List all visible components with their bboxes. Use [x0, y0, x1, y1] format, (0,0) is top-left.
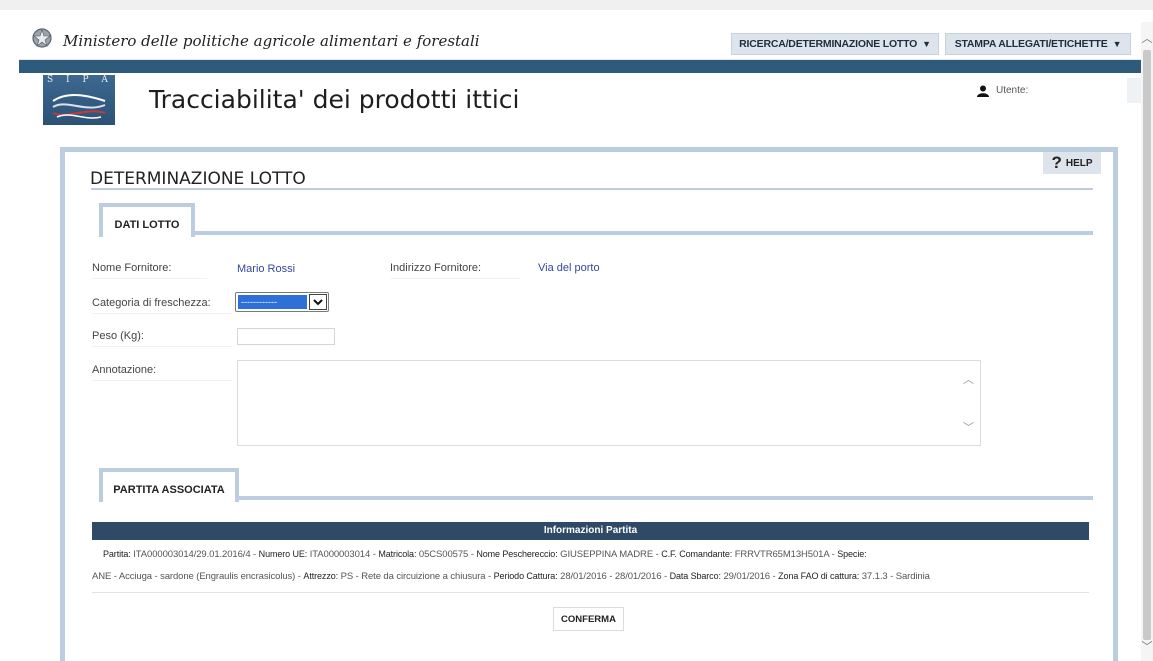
- tab-dati-lotto[interactable]: DATI LOTTO: [99, 203, 195, 237]
- browser-top-strip: [0, 0, 1153, 10]
- scroll-down-icon[interactable]: ﹀: [963, 419, 974, 435]
- categoria-freschezza-select[interactable]: ------------: [235, 292, 329, 312]
- tab-underline: [195, 231, 1093, 235]
- caret-down-icon: ▼: [1112, 39, 1122, 49]
- tab-bar-partita-associata: PARTITA ASSOCIATA: [99, 468, 1093, 502]
- fish-wave-icon: [52, 94, 106, 119]
- indirizzo-fornitore-label: Indirizzo Fornitore:: [390, 262, 520, 279]
- peschereccio-value: GIUSEPPINA MADRE: [560, 549, 654, 560]
- annotazione-label: Annotazione:: [92, 364, 232, 381]
- separator: -: [488, 571, 492, 582]
- informazioni-partita-header: Informazioni Partita: [92, 522, 1089, 540]
- partita-info-line-2: ANE - Acciuga - sardone (Engraulis encra…: [92, 571, 930, 582]
- partita-value: ITA000003014/29.01.2016/4: [133, 549, 251, 560]
- tab-underline: [239, 496, 1093, 500]
- partita-label: Partita:: [103, 549, 131, 559]
- ministry-topbar: Ministero delle politiche agricole alime…: [19, 22, 1141, 60]
- annotazione-textarea[interactable]: ︿ ﹀: [237, 360, 981, 446]
- app-title: Tracciabilita' dei prodotti ittici: [149, 85, 520, 114]
- tab-label: PARTITA ASSOCIATA: [113, 484, 225, 496]
- zona-fao-value: 37.1.3 - Sardinia: [861, 571, 930, 582]
- peschereccio-label: Nome Peschereccio:: [476, 549, 558, 559]
- specie-label: Specie:: [837, 549, 867, 559]
- conferma-button[interactable]: CONFERMA: [553, 607, 624, 631]
- cf-comandante-label: C.F. Comandante:: [661, 549, 733, 559]
- periodo-cattura-label: Periodo Cattura:: [493, 571, 558, 581]
- help-label: HELP: [1065, 157, 1093, 169]
- ministry-title: Ministero delle politiche agricole alime…: [63, 32, 480, 50]
- nav-label: STAMPA ALLEGATI/ETICHETTE: [954, 38, 1108, 50]
- scroll-up-icon[interactable]: ︿: [1141, 30, 1153, 46]
- nome-fornitore-label: Nome Fornitore:: [92, 262, 207, 279]
- specie-value: ANE - Acciuga - sardone (Engraulis encra…: [92, 571, 296, 582]
- tab-partita-associata[interactable]: PARTITA ASSOCIATA: [99, 468, 239, 502]
- title-divider: [91, 188, 1093, 190]
- republic-emblem-icon: [32, 28, 52, 48]
- select-value: ------------: [238, 295, 307, 309]
- user-label: Utente:: [996, 85, 1029, 96]
- scrollbar-thumb[interactable]: [1143, 50, 1151, 640]
- partita-info-line-1: Partita: ITA000003014/29.01.2016/4 - Num…: [103, 549, 867, 560]
- nav-label: RICERCA/DETERMINAZIONE LOTTO: [739, 38, 918, 50]
- attrezzo-value: PS - Rete da circuizione a chiusura: [340, 571, 486, 582]
- user-icon: [977, 85, 989, 97]
- zona-fao-label: Zona FAO di cattura:: [778, 571, 860, 581]
- header-accent-bar: [19, 60, 1141, 73]
- nav-stampa-allegati-etichette[interactable]: STAMPA ALLEGATI/ETICHETTE ▼: [945, 33, 1131, 55]
- periodo-cattura-value: 28/01/2016 - 28/01/2016: [560, 571, 662, 582]
- header-side-block: [1127, 78, 1141, 103]
- attrezzo-label: Attrezzo:: [303, 571, 339, 581]
- page-scrollbar[interactable]: ︿ ﹀: [1141, 22, 1153, 661]
- page-title: DETERMINAZIONE LOTTO: [90, 169, 306, 189]
- data-sbarco-value: 29/01/2016: [723, 571, 770, 582]
- indirizzo-fornitore-value: Via del porto: [538, 262, 600, 274]
- main-panel: ? HELP DETERMINAZIONE LOTTO DATI LOTTO N…: [60, 147, 1118, 661]
- separator: -: [831, 549, 835, 560]
- logo-text: S I P A: [47, 75, 113, 85]
- separator: -: [655, 549, 659, 560]
- help-icon: ?: [1051, 153, 1062, 172]
- app-header: S I P A Tracciabilita' dei prodotti itti…: [19, 73, 1141, 133]
- peso-label: Peso (Kg):: [92, 330, 232, 347]
- separator: -: [372, 549, 376, 560]
- separator: -: [297, 571, 301, 582]
- matricola-value: 05CS00575: [418, 549, 469, 560]
- data-sbarco-label: Data Sbarco:: [669, 571, 721, 581]
- scroll-up-icon[interactable]: ︿: [963, 371, 974, 387]
- tab-bar-dati-lotto: DATI LOTTO: [99, 203, 1093, 237]
- categoria-freschezza-label: Categoria di freschezza:: [92, 297, 232, 314]
- nav-ricerca-determinazione-lotto[interactable]: RICERCA/DETERMINAZIONE LOTTO ▼: [731, 33, 939, 55]
- cf-comandante-value: FRRVTR65M13H501A: [734, 549, 830, 560]
- separator: -: [253, 549, 257, 560]
- separator: -: [663, 571, 668, 582]
- numero-ue-value: ITA000003014: [309, 549, 371, 560]
- peso-input[interactable]: [237, 328, 335, 345]
- info-divider: [92, 592, 1089, 593]
- scroll-down-icon[interactable]: ﹀: [1141, 638, 1153, 654]
- caret-down-icon: ▼: [922, 39, 931, 49]
- help-button[interactable]: ? HELP: [1043, 152, 1101, 174]
- numero-ue-label: Numero UE:: [258, 549, 308, 559]
- separator: -: [772, 571, 776, 582]
- tab-label: DATI LOTTO: [114, 219, 180, 231]
- matricola-label: Matricola:: [378, 549, 417, 559]
- separator: -: [470, 549, 474, 560]
- nome-fornitore-value: Mario Rossi: [237, 263, 296, 275]
- sipa-logo: S I P A: [43, 75, 115, 125]
- chevron-down-icon: [309, 294, 327, 310]
